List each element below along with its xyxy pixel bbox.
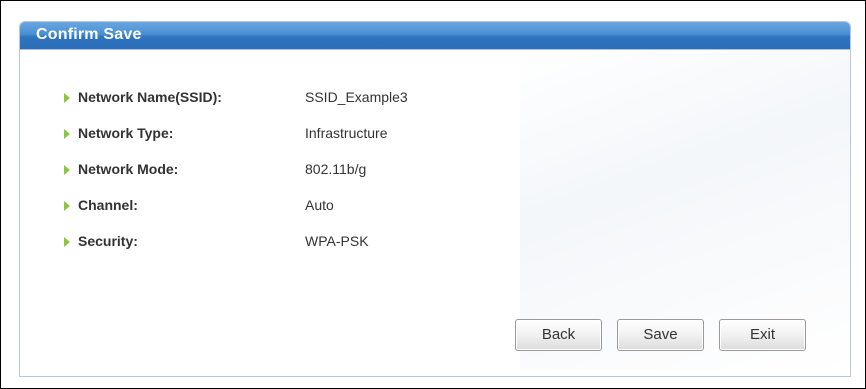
network-name-value: SSID_Example3 xyxy=(305,89,408,105)
row-network-type: Network Type: Infrastructure xyxy=(64,124,484,144)
green-arrow-icon xyxy=(64,237,70,247)
network-type-label: Network Type: xyxy=(78,125,174,141)
security-value: WPA-PSK xyxy=(305,233,369,249)
row-network-name: Network Name(SSID): SSID_Example3 xyxy=(64,88,484,108)
row-network-mode: Network Mode: 802.11b/g xyxy=(64,160,484,180)
network-mode-value: 802.11b/g xyxy=(305,161,367,177)
network-type-value: Infrastructure xyxy=(305,125,388,141)
row-channel: Channel: Auto xyxy=(64,196,484,216)
back-button[interactable]: Back xyxy=(515,319,602,351)
green-arrow-icon xyxy=(64,201,70,211)
network-name-label: Network Name(SSID): xyxy=(78,89,222,105)
network-mode-label: Network Mode: xyxy=(78,161,179,177)
exit-button[interactable]: Exit xyxy=(719,319,806,351)
green-arrow-icon xyxy=(64,129,70,139)
save-button[interactable]: Save xyxy=(617,319,704,351)
row-security: Security: WPA-PSK xyxy=(64,232,484,252)
window-frame: Confirm Save Network Name(SSID): SSID_Ex… xyxy=(0,0,866,389)
channel-value: Auto xyxy=(305,197,334,213)
channel-label: Channel: xyxy=(78,197,138,213)
green-arrow-icon xyxy=(64,93,70,103)
green-arrow-icon xyxy=(64,165,70,175)
panel-title: Confirm Save xyxy=(36,26,142,43)
confirm-save-panel: Confirm Save Network Name(SSID): SSID_Ex… xyxy=(19,21,851,377)
panel-header: Confirm Save xyxy=(20,22,850,50)
security-label: Security: xyxy=(78,233,138,249)
